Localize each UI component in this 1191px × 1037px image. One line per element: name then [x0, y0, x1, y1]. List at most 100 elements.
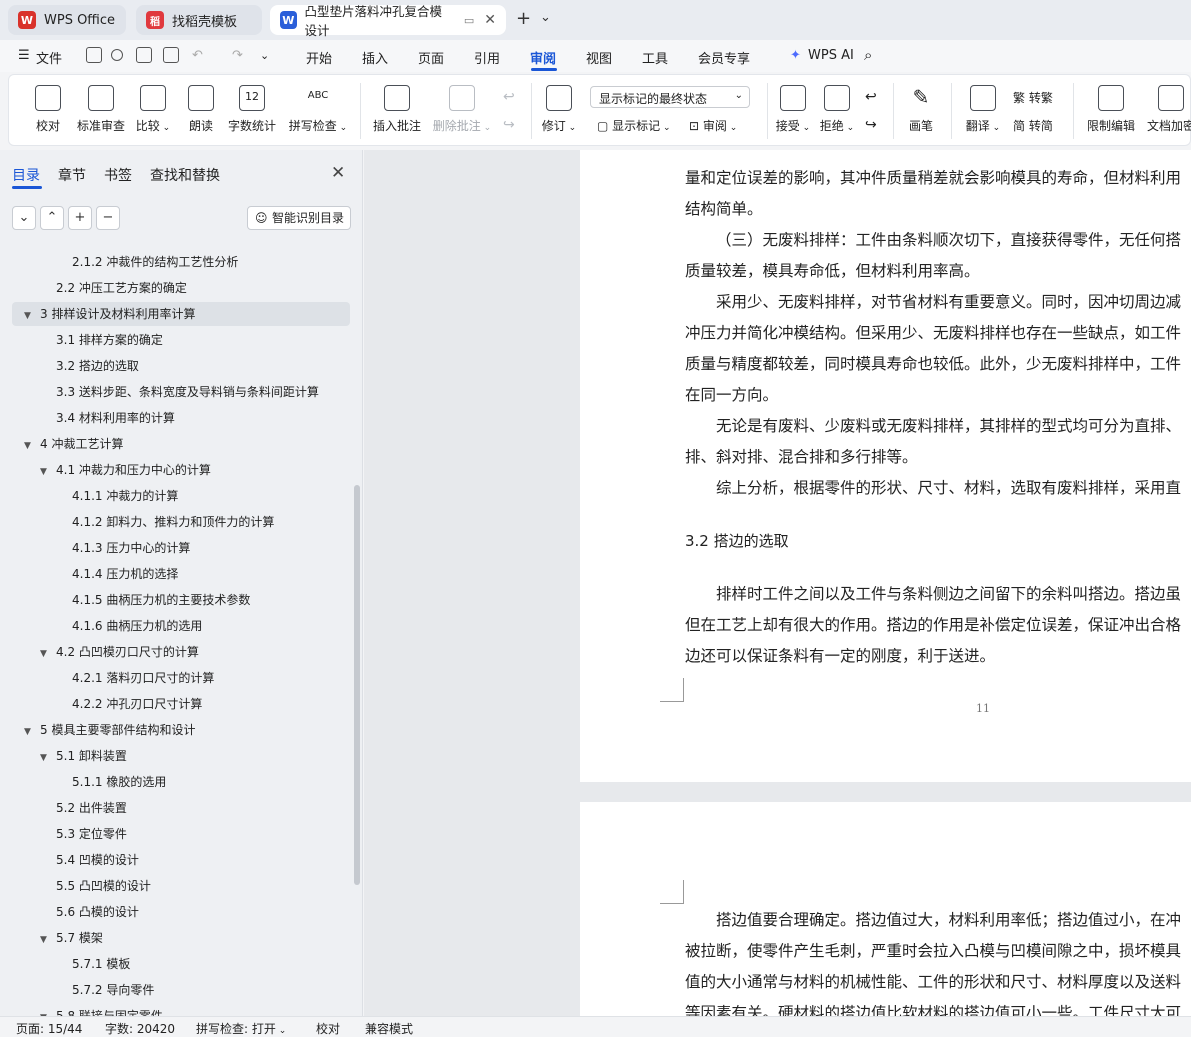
toc-item[interactable]: 4.2.2 冲孔刃口尺寸计算 — [56, 692, 202, 716]
toc-item[interactable]: 4.1.5 曲柄压力机的主要技术参数 — [56, 588, 250, 612]
collapse-up-button[interactable]: ⌃ — [40, 206, 64, 230]
toc-item[interactable]: ▼ 5.7 模架 — [40, 926, 103, 950]
toc-item[interactable]: 4.1.6 曲柄压力机的选用 — [56, 614, 202, 638]
toc-item[interactable]: ▼ 5 模具主要零部件结构和设计 — [24, 718, 195, 742]
doc-encrypt-button[interactable]: 文档加密 — [1145, 85, 1191, 134]
tab-sections[interactable]: 章节 — [58, 165, 86, 185]
restrict-edit-button[interactable]: 限制编辑 — [1083, 85, 1139, 134]
chevron-down-icon[interactable]: ⌄ — [260, 49, 269, 62]
save-icon[interactable] — [86, 47, 102, 63]
review-pane-button[interactable]: ⊡ 审阅 ⌄ — [689, 117, 737, 134]
toc-item[interactable]: ▼ 4.2 凸凹模刃口尺寸的计算 — [40, 640, 199, 664]
menu-reference[interactable]: 引用 — [474, 48, 500, 67]
toc-item[interactable]: 3.3 送料步距、条料宽度及导料销与条料间距计算 — [40, 380, 319, 404]
pen-button[interactable]: ✎ 画笔 — [905, 85, 937, 134]
toc-item[interactable]: ▼ 4.1 冲裁力和压力中心的计算 — [40, 458, 211, 482]
prev-change-icon[interactable]: ↩ — [865, 89, 877, 105]
expand-triangle-icon[interactable]: ▼ — [24, 720, 40, 744]
markup-state-select[interactable]: 显示标记的最终状态 ⌄ — [590, 86, 750, 108]
proofread-button[interactable]: 校对 — [31, 85, 65, 134]
toc-item[interactable]: 2.2 冲压工艺方案的确定 — [40, 276, 187, 300]
toc-item[interactable]: 3.4 材料利用率的计算 — [40, 406, 175, 430]
redo-icon[interactable]: ↷ — [232, 48, 243, 63]
menu-start[interactable]: 开始 — [306, 48, 332, 67]
toc-item[interactable]: 5.3 定位零件 — [40, 822, 127, 846]
next-change-icon[interactable]: ↪ — [865, 117, 877, 133]
toc-item[interactable]: 5.2 出件装置 — [40, 796, 127, 820]
link-icon[interactable] — [111, 49, 123, 61]
toc-item[interactable]: ▼ 3 排样设计及材料利用率计算 — [12, 302, 350, 326]
scrollbar[interactable] — [354, 485, 360, 885]
expand-triangle-icon[interactable]: ▼ — [24, 304, 40, 328]
word-count-button[interactable]: 12 字数统计 — [227, 85, 277, 134]
smart-toc-button[interactable]: ☺ 智能识别目录 — [247, 206, 351, 230]
to-simplified-button[interactable]: 简 转简 — [1013, 117, 1053, 134]
expand-triangle-icon[interactable]: ▼ — [24, 434, 40, 458]
chevron-down-icon[interactable]: ⌄ — [540, 10, 551, 25]
expand-triangle-icon[interactable]: ▼ — [40, 642, 56, 666]
expand-down-button[interactable]: ⌄ — [12, 206, 36, 230]
toc-item[interactable]: 4.1.1 冲裁力的计算 — [56, 484, 178, 508]
expand-triangle-icon[interactable]: ▼ — [40, 746, 56, 770]
toc-item[interactable]: 5.5 凸凹模的设计 — [40, 874, 151, 898]
toc-item[interactable]: ▼5.8 联接与固定零件 — [40, 1004, 163, 1016]
tab-toc[interactable]: 目录 — [12, 165, 40, 185]
show-markup-button[interactable]: ▢ 显示标记 ⌄ — [597, 117, 671, 134]
undo-icon[interactable]: ↶ — [192, 48, 203, 63]
spell-check-button[interactable]: ABC 拼写检查 ⌄ — [287, 85, 349, 134]
expand-triangle-icon[interactable]: ▼ — [40, 1006, 56, 1016]
toc-item[interactable]: 5.6 凸模的设计 — [40, 900, 139, 924]
accept-button[interactable]: 接受 ⌄ — [775, 85, 811, 134]
document-page[interactable]: 搭边值要合理确定。搭边值过大，材料利用率低；搭边值过小，在冲 被拉断，使零件产生毛… — [580, 802, 1191, 1016]
translate-button[interactable]: 翻译 ⌄ — [963, 85, 1003, 134]
wps-ai-button[interactable]: WPS AI — [808, 48, 854, 63]
insert-comment-button[interactable]: 插入批注 — [371, 85, 423, 134]
toc-item[interactable]: 2.1.2 冲裁件的结构工艺性分析 — [56, 250, 238, 274]
menu-insert[interactable]: 插入 — [362, 48, 388, 67]
toc-item[interactable]: ▼ 5.1 卸料装置 — [40, 744, 127, 768]
new-tab-button[interactable]: + — [516, 8, 531, 29]
close-icon[interactable]: ✕ — [331, 163, 345, 183]
toc-item[interactable]: 5.7.2 导向零件 — [56, 978, 154, 1002]
tab-wps-office[interactable]: W WPS Office — [8, 5, 126, 35]
tab-document[interactable]: W 凸型垫片落料冲孔复合模设计 ▭ ✕ — [270, 4, 506, 38]
expand-triangle-icon[interactable]: ▼ — [40, 460, 56, 484]
add-level-button[interactable]: + — [68, 206, 92, 230]
close-icon[interactable]: ✕ — [484, 12, 496, 28]
menu-view[interactable]: 视图 — [586, 48, 612, 67]
tab-bookmarks[interactable]: 书签 — [104, 165, 132, 185]
file-menu[interactable]: 文件 — [36, 48, 62, 67]
toc-item[interactable]: 3.2 搭边的选取 — [40, 354, 139, 378]
proofread-status[interactable]: 校对 — [316, 1020, 340, 1037]
menu-page[interactable]: 页面 — [418, 48, 444, 67]
word-count-status[interactable]: 字数: 20420 — [105, 1020, 175, 1037]
to-traditional-button[interactable]: 繁 转繁 — [1013, 89, 1053, 106]
menu-tools[interactable]: 工具 — [642, 48, 668, 67]
hamburger-icon[interactable]: ☰ — [18, 48, 30, 63]
page-indicator[interactable]: 页面: 15/44 — [16, 1020, 82, 1037]
tab-template[interactable]: 稻 找稻壳模板 — [136, 5, 262, 35]
monitor-icon[interactable]: ▭ — [464, 14, 474, 27]
document-page[interactable]: 量和定位误差的影响，其冲件质量稍差就会影响模具的寿命，但材料利用 结构简单。 （三）… — [580, 150, 1191, 782]
prev-comment-icon[interactable]: ↩ — [503, 89, 515, 105]
toc-item[interactable]: 4.1.2 卸料力、推料力和顶件力的计算 — [56, 510, 274, 534]
toc-item[interactable]: 4.2.1 落料刃口尺寸的计算 — [56, 666, 214, 690]
toc-item[interactable]: 5.7.1 模板 — [56, 952, 130, 976]
toc-item[interactable]: 4.1.3 压力中心的计算 — [56, 536, 190, 560]
standard-review-button[interactable]: 标准审查 — [75, 85, 127, 134]
menu-review[interactable]: 审阅 — [530, 48, 556, 67]
expand-triangle-icon[interactable]: ▼ — [40, 928, 56, 952]
toc-item[interactable]: 4.1.4 压力机的选择 — [56, 562, 178, 586]
remove-level-button[interactable]: − — [96, 206, 120, 230]
tab-find-replace[interactable]: 查找和替换 — [150, 165, 220, 185]
menu-member[interactable]: 会员专享 — [698, 48, 750, 67]
toc-item[interactable]: 5.4 凹模的设计 — [40, 848, 139, 872]
print-preview-icon[interactable] — [163, 47, 179, 63]
delete-comment-button[interactable]: 删除批注 ⌄ — [429, 85, 495, 134]
print-icon[interactable] — [136, 47, 152, 63]
search-icon[interactable]: ⌕ — [864, 46, 872, 64]
toc-item[interactable]: ▼ 4 冲裁工艺计算 — [24, 432, 123, 456]
spell-check-status[interactable]: 拼写检查: 打开 ⌄ — [196, 1020, 286, 1037]
toc-item[interactable]: 5.1.1 橡胶的选用 — [56, 770, 166, 794]
next-comment-icon[interactable]: ↪ — [503, 117, 515, 133]
